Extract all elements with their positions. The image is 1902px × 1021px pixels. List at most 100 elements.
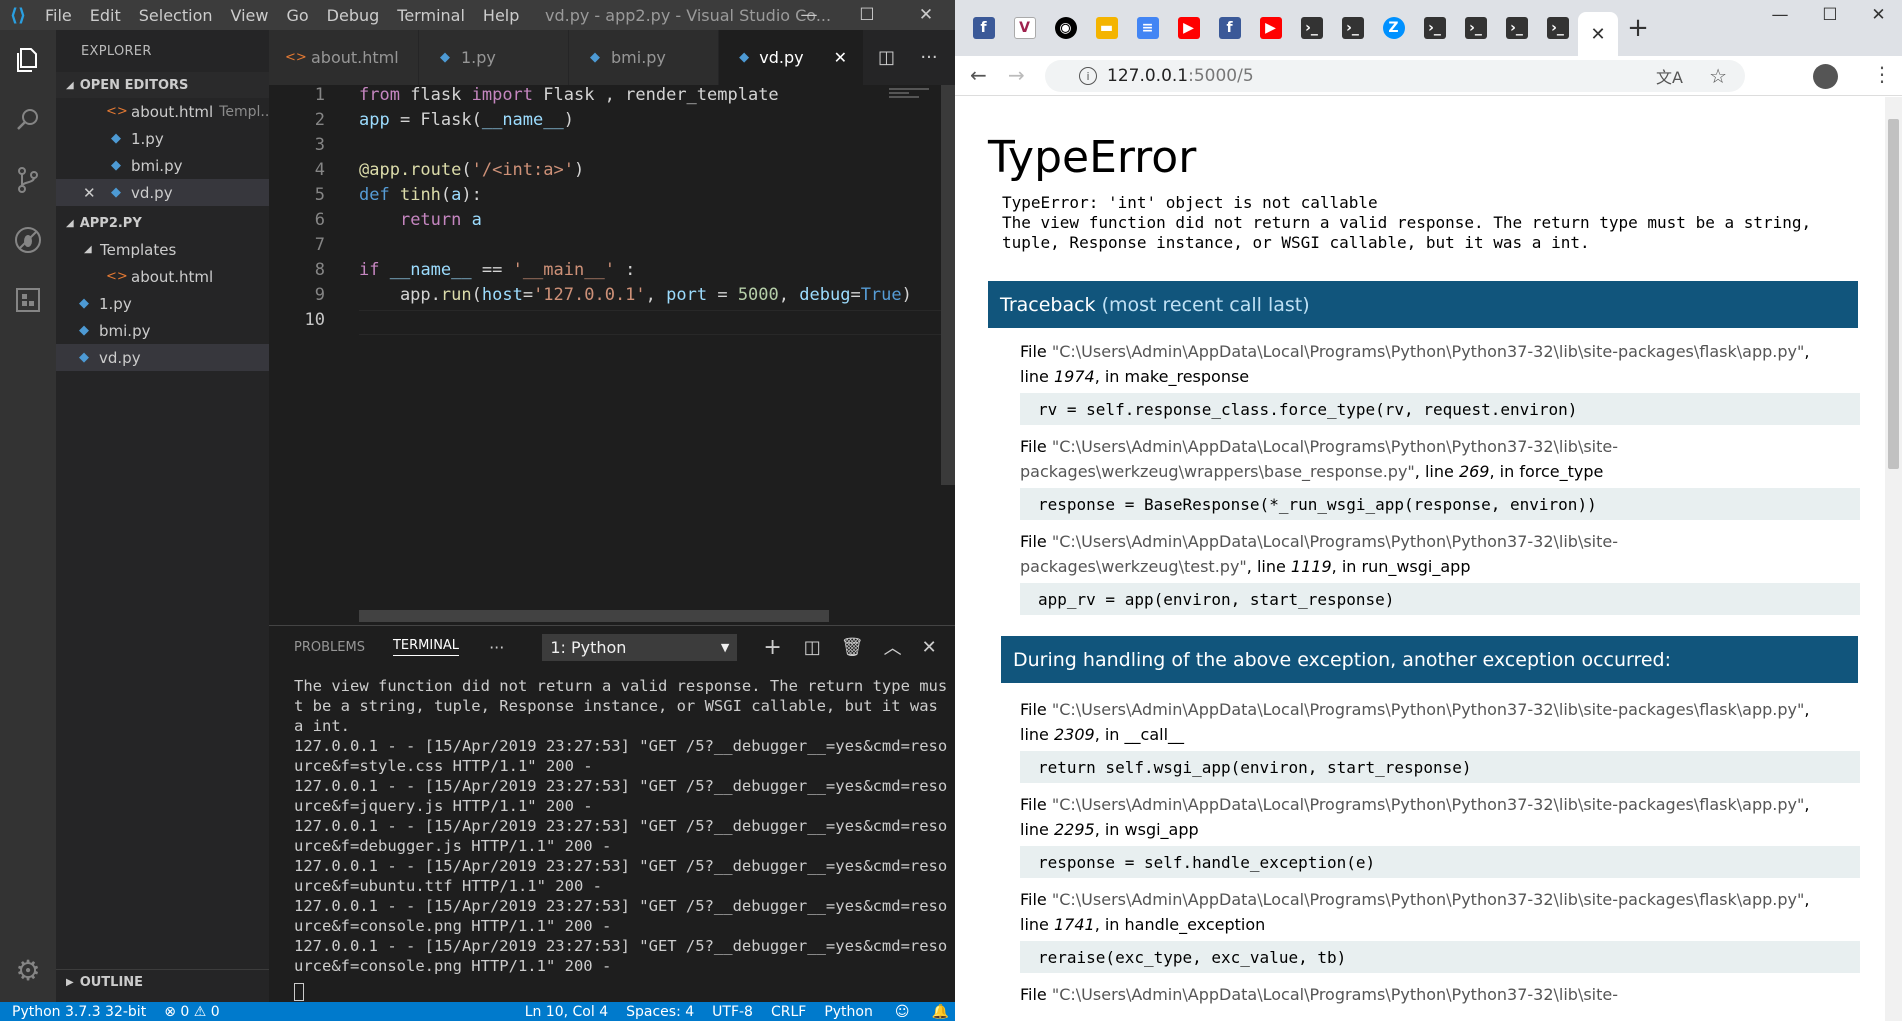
bell-icon[interactable]: 🔔 bbox=[931, 1004, 948, 1020]
tab-youtube-2[interactable]: ▶ bbox=[1250, 8, 1291, 48]
open-editor-item[interactable]: ◆ bmi.py bbox=[56, 152, 269, 179]
tree-folder[interactable]: ◢ Templates bbox=[56, 236, 269, 263]
close-panel-icon[interactable]: ✕ bbox=[922, 637, 937, 658]
tab-youtube[interactable]: ▶ bbox=[1168, 8, 1209, 48]
menu-kebab-icon[interactable]: ⋮ bbox=[1872, 62, 1892, 86]
smiley-icon[interactable]: ☺ bbox=[895, 1004, 910, 1020]
maximize-icon[interactable]: ☐ bbox=[1805, 0, 1855, 30]
tab-slides[interactable]: ▬ bbox=[1086, 8, 1127, 48]
split-editor-icon[interactable]: ◫ bbox=[864, 30, 909, 85]
project-section[interactable]: ◢ APP2.PY bbox=[56, 210, 269, 236]
explorer-icon[interactable] bbox=[0, 30, 56, 90]
minimap[interactable] bbox=[881, 85, 941, 165]
scrollbar-thumb[interactable] bbox=[1888, 119, 1899, 469]
close-tab-icon[interactable]: ✕ bbox=[834, 48, 847, 67]
tab-terminal-5[interactable]: ›_ bbox=[1496, 8, 1537, 48]
status-spaces[interactable]: Spaces: 4 bbox=[626, 1004, 694, 1020]
outline-section[interactable]: ▶ OUTLINE bbox=[56, 969, 269, 995]
translate-icon[interactable]: 文A bbox=[1656, 64, 1683, 88]
minimize-icon[interactable]: — bbox=[1755, 0, 1805, 30]
close-editor-icon[interactable]: ✕ bbox=[83, 184, 106, 202]
source-line[interactable]: reraise(exc_type, exc_value, tb) bbox=[1020, 941, 1860, 973]
traceback-frame[interactable]: File "C:\Users\Admin\AppData\Local\Progr… bbox=[1020, 697, 1860, 747]
horizontal-scrollbar[interactable] bbox=[359, 610, 829, 622]
menu-file[interactable]: File bbox=[36, 6, 81, 25]
traceback-frame[interactable]: File "C:\Users\Admin\AppData\Local\Progr… bbox=[1020, 792, 1860, 842]
editor-scrollbar[interactable] bbox=[941, 85, 955, 485]
page-scrollbar[interactable] bbox=[1885, 97, 1902, 1021]
tab-vnexpress[interactable]: V bbox=[1004, 8, 1045, 48]
close-window-icon[interactable]: ✕ bbox=[1855, 0, 1902, 30]
menu-edit[interactable]: Edit bbox=[81, 6, 130, 25]
tab-terminal-6[interactable]: ›_ bbox=[1537, 8, 1578, 48]
terminal-output[interactable]: The view function did not return a valid… bbox=[294, 676, 947, 976]
more-icon[interactable]: ··· bbox=[489, 638, 504, 657]
menu-selection[interactable]: Selection bbox=[130, 6, 222, 25]
split-terminal-icon[interactable]: ◫ bbox=[804, 637, 821, 658]
close-tab-icon[interactable]: ✕ bbox=[1578, 12, 1618, 56]
open-editors-section[interactable]: ◢ OPEN EDITORS bbox=[56, 72, 269, 98]
url-field[interactable]: i 127.0.0.1:5000/5 文A ☆ bbox=[1045, 60, 1745, 92]
source-control-icon[interactable] bbox=[0, 150, 56, 210]
code-editor[interactable]: 1 2 3 4 5 6 7 8 9 10 from flask import F… bbox=[269, 85, 959, 625]
terminal-select[interactable]: 1: Python ▼ bbox=[542, 633, 738, 661]
status-encoding[interactable]: UTF-8 bbox=[712, 1004, 753, 1020]
status-python-interpreter[interactable]: Python 3.7.3 32-bit bbox=[12, 1004, 146, 1020]
menu-go[interactable]: Go bbox=[277, 6, 317, 25]
open-editor-item[interactable]: ✕ ◆ vd.py bbox=[56, 179, 269, 206]
tab-1-py[interactable]: ◆ 1.py bbox=[419, 30, 569, 85]
status-eol[interactable]: CRLF bbox=[771, 1004, 806, 1020]
tab-bmi-py[interactable]: ◆ bmi.py bbox=[569, 30, 719, 85]
info-icon[interactable]: i bbox=[1079, 67, 1097, 85]
more-actions-icon[interactable]: ··· bbox=[909, 30, 949, 85]
status-position[interactable]: Ln 10, Col 4 bbox=[525, 1004, 608, 1020]
avatar[interactable] bbox=[1813, 64, 1838, 89]
new-tab-icon[interactable]: + bbox=[1618, 8, 1658, 48]
tab-terminal-1[interactable]: ›_ bbox=[1291, 8, 1332, 48]
tab-facebook[interactable]: f bbox=[963, 8, 1004, 48]
open-editor-item[interactable]: ◆ 1.py bbox=[56, 125, 269, 152]
traceback-frame[interactable]: File "C:\Users\Admin\AppData\Local\Progr… bbox=[1020, 982, 1860, 1007]
source-line[interactable]: app_rv = app(environ, start_response) bbox=[1020, 583, 1860, 615]
trash-icon[interactable]: 🗑 bbox=[841, 637, 864, 658]
bookmark-star-icon[interactable]: ☆ bbox=[1709, 64, 1727, 88]
source-line[interactable]: response = BaseResponse(*_run_wsgi_app(r… bbox=[1020, 488, 1860, 520]
menu-view[interactable]: View bbox=[222, 6, 278, 25]
debug-icon[interactable] bbox=[0, 210, 56, 270]
traceback-frame[interactable]: File "C:\Users\Admin\AppData\Local\Progr… bbox=[1020, 529, 1860, 579]
back-arrow-icon[interactable]: ← bbox=[970, 63, 987, 87]
traceback-frame[interactable]: File "C:\Users\Admin\AppData\Local\Progr… bbox=[1020, 434, 1860, 484]
minimize-icon[interactable]: — bbox=[780, 0, 838, 30]
tab-terminal-3[interactable]: ›_ bbox=[1414, 8, 1455, 48]
search-icon[interactable] bbox=[0, 90, 56, 150]
close-icon[interactable]: ✕ bbox=[897, 0, 955, 30]
tab-docs[interactable]: ≡ bbox=[1127, 8, 1168, 48]
menu-debug[interactable]: Debug bbox=[318, 6, 389, 25]
maximize-icon[interactable]: ☐ bbox=[838, 0, 896, 30]
tab-facebook-2[interactable]: f bbox=[1209, 8, 1250, 48]
traceback-frame[interactable]: File "C:\Users\Admin\AppData\Local\Progr… bbox=[1020, 887, 1860, 937]
tree-item[interactable]: ◆ vd.py bbox=[56, 344, 269, 371]
source-line[interactable]: return self.wsgi_app(environ, start_resp… bbox=[1020, 751, 1860, 783]
tree-item[interactable]: <> about.html bbox=[56, 263, 269, 290]
tree-item[interactable]: ◆ bmi.py bbox=[56, 317, 269, 344]
forward-arrow-icon[interactable]: → bbox=[1008, 63, 1025, 87]
settings-gear-icon[interactable]: ⚙ bbox=[0, 945, 56, 995]
source-line[interactable]: response = self.handle_exception(e) bbox=[1020, 846, 1860, 878]
tab-terminal[interactable]: TERMINAL bbox=[392, 638, 460, 656]
source-line[interactable]: rv = self.response_class.force_type(rv, … bbox=[1020, 393, 1860, 425]
status-language[interactable]: Python bbox=[824, 1004, 873, 1020]
menu-terminal[interactable]: Terminal bbox=[388, 6, 474, 25]
open-editor-item[interactable]: <> about.html Templ... bbox=[56, 98, 269, 125]
new-terminal-icon[interactable]: + bbox=[763, 635, 781, 660]
tree-item[interactable]: ◆ 1.py bbox=[56, 290, 269, 317]
tab-github[interactable]: ◉ bbox=[1045, 8, 1086, 48]
chevron-up-icon[interactable]: ︿ bbox=[884, 634, 902, 660]
menu-help[interactable]: Help bbox=[474, 6, 528, 25]
tab-zalo[interactable]: Z bbox=[1373, 8, 1414, 48]
status-problems[interactable]: ⊗ 0 ⚠ 0 bbox=[164, 1004, 220, 1020]
tab-terminal-4[interactable]: ›_ bbox=[1455, 8, 1496, 48]
extensions-icon[interactable] bbox=[0, 270, 56, 330]
traceback-frame[interactable]: File "C:\Users\Admin\AppData\Local\Progr… bbox=[1020, 339, 1860, 389]
tab-vd-py[interactable]: ◆ vd.py ✕ bbox=[719, 30, 864, 85]
